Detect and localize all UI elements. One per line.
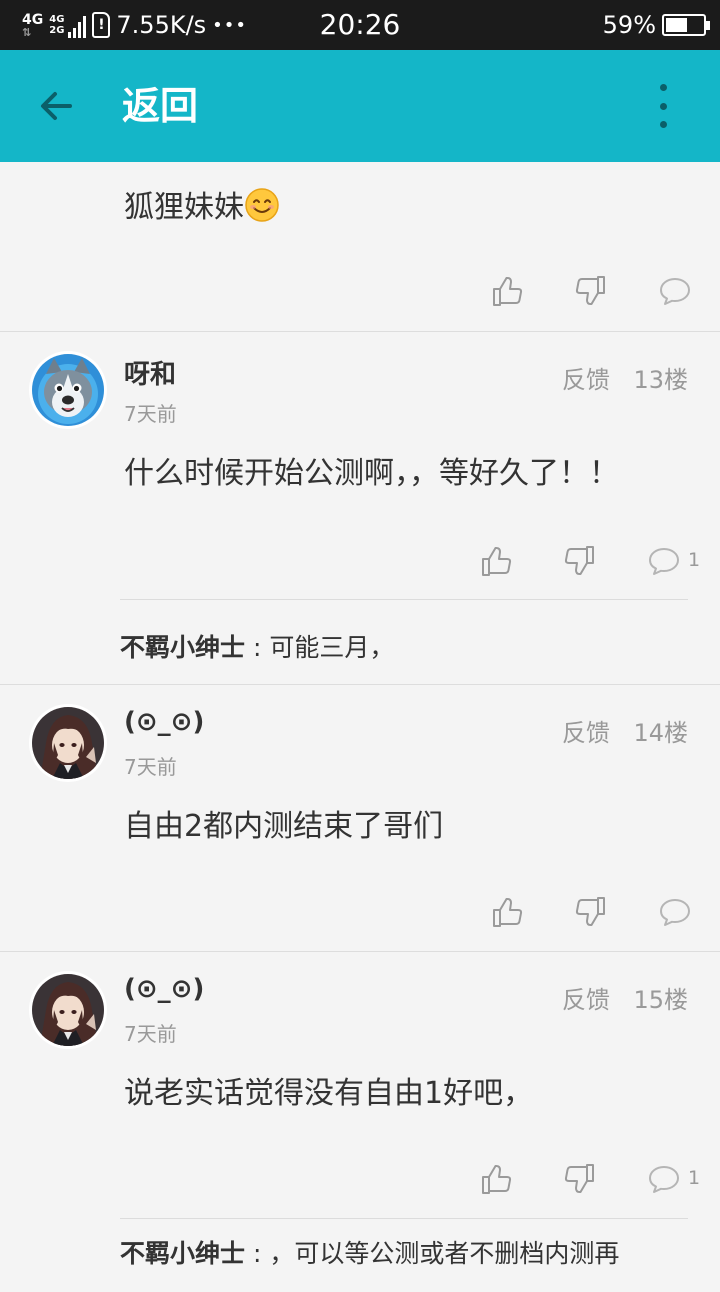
reply-item[interactable]: 不羁小绅士 : ，可以等公测或者不删档内测再 <box>120 1234 619 1270</box>
anime-avatar-icon <box>32 707 104 779</box>
comment-actions: 1 <box>0 1162 720 1202</box>
reply-divider <box>120 599 688 600</box>
reply-separator: : <box>245 633 270 662</box>
comment-actions: 1 <box>0 544 720 584</box>
reply-username[interactable]: 不羁小绅士 <box>120 633 245 662</box>
comment-list: 狐狸妹妹 呀和 7天前 反馈 13楼 什么时候开始公测啊，，等好久了！！ 1 不… <box>0 162 720 1292</box>
username[interactable]: 呀和 <box>124 354 176 391</box>
comment-icon[interactable] <box>658 274 692 308</box>
floor-number: 15楼 <box>633 986 688 1014</box>
post-time: 7天前 <box>124 1022 177 1046</box>
avatar[interactable] <box>32 974 104 1046</box>
comment-count: 1 <box>688 549 701 571</box>
feedback-link[interactable]: 反馈 <box>562 980 610 1015</box>
reply-item[interactable]: 不羁小绅士 : 可能三月， <box>120 628 394 664</box>
comment-item: 狐狸妹妹 <box>0 162 720 332</box>
husky-avatar-icon <box>32 354 104 426</box>
username[interactable]: (⊙_⊙) <box>124 974 204 1004</box>
avatar[interactable] <box>32 354 104 426</box>
floor-number: 13楼 <box>633 366 688 394</box>
thumbs-up-icon[interactable] <box>490 895 524 929</box>
post-time: 7天前 <box>124 755 177 779</box>
comment-text: 说老实话觉得没有自由1好吧， <box>124 1076 534 1111</box>
avatar[interactable] <box>32 707 104 779</box>
thumbs-down-icon[interactable] <box>563 1162 597 1196</box>
smile-emoji-icon <box>245 188 279 222</box>
anime-avatar-icon <box>32 974 104 1046</box>
comment-count: 1 <box>688 1167 701 1189</box>
comment-text: 什么时候开始公测啊，，等好久了！！ <box>124 456 619 491</box>
arrow-left-icon[interactable] <box>36 86 76 126</box>
comment-text: 狐狸妹妹 <box>124 190 244 225</box>
reply-text: 可能三月， <box>269 633 395 662</box>
battery-percent: 59% <box>602 11 656 39</box>
username[interactable]: (⊙_⊙) <box>124 707 204 737</box>
thumbs-up-icon[interactable] <box>479 1162 513 1196</box>
thumbs-up-icon[interactable] <box>490 274 524 308</box>
status-bar: 4G ⇅ 4G 2G ! 7.55K/s ••• 20:26 59% <box>0 0 720 50</box>
feedback-link[interactable]: 反馈 <box>562 713 610 748</box>
thumbs-down-icon[interactable] <box>563 544 597 578</box>
comment-icon[interactable] <box>658 895 692 929</box>
back-label[interactable]: 返回 <box>122 50 198 162</box>
thumbs-down-icon[interactable] <box>574 895 608 929</box>
reply-divider <box>120 1218 688 1219</box>
app-bar: 返回 <box>0 50 720 162</box>
floor-number: 14楼 <box>633 719 688 747</box>
reply-separator: : <box>245 1239 270 1268</box>
comment-actions <box>0 895 720 935</box>
comment-icon[interactable] <box>647 544 681 578</box>
thumbs-up-icon[interactable] <box>479 544 513 578</box>
comment-text: 自由2都内测结束了哥们 <box>124 809 444 844</box>
reply-username[interactable]: 不羁小绅士 <box>120 1239 245 1268</box>
comment-item: (⊙_⊙) 7天前 反馈 15楼 说老实话觉得没有自由1好吧， 1 不羁小绅士 … <box>0 952 720 1292</box>
reply-text: ，可以等公测或者不删档内测再 <box>269 1239 620 1268</box>
comment-item: (⊙_⊙) 7天前 反馈 14楼 自由2都内测结束了哥们 <box>0 685 720 952</box>
comment-item: 呀和 7天前 反馈 13楼 什么时候开始公测啊，，等好久了！！ 1 不羁小绅士 … <box>0 332 720 685</box>
thumbs-down-icon[interactable] <box>574 274 608 308</box>
comment-icon[interactable] <box>647 1162 681 1196</box>
comment-body: 狐狸妹妹 <box>124 182 280 226</box>
post-time: 7天前 <box>124 402 177 426</box>
comment-actions <box>0 274 720 314</box>
feedback-link[interactable]: 反馈 <box>562 360 610 395</box>
more-vert-icon[interactable] <box>650 84 676 128</box>
battery-icon <box>662 14 710 36</box>
